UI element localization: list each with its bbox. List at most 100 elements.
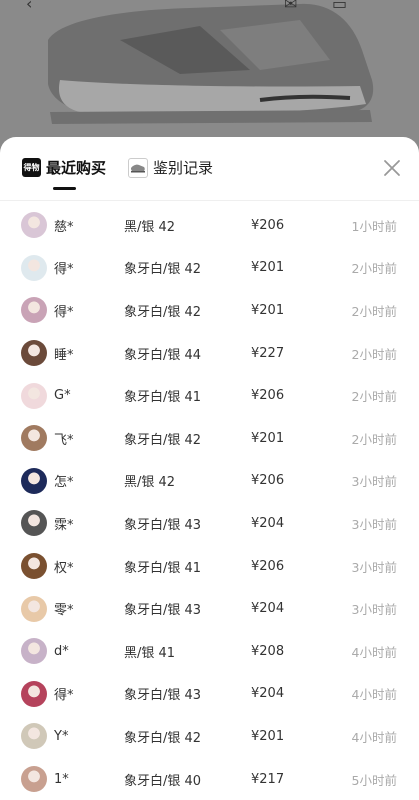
buyer-name: 霂* (54, 517, 74, 533)
avatar[interactable] (21, 680, 47, 707)
purchase-price: ¥206 (251, 388, 285, 404)
buyer-name: 飞* (54, 432, 74, 448)
product-spec: 象牙白/银 42 (124, 262, 202, 278)
purchase-price: ¥206 (251, 558, 285, 574)
table-row: 零* 象牙白/银 43 ¥204 3小时前 (0, 587, 419, 630)
table-row: 睡* 象牙白/银 44 ¥227 2小时前 (0, 332, 419, 375)
product-spec: 黑/银 41 (124, 645, 176, 661)
purchase-time: 2小时前 (351, 346, 397, 362)
purchase-time: 3小时前 (351, 474, 397, 490)
sneaker-image (48, 3, 374, 124)
buyer-name: G* (54, 388, 71, 404)
purchase-price: ¥208 (251, 643, 285, 659)
purchase-time: 2小时前 (351, 431, 397, 447)
buyer-name: 权* (54, 560, 74, 576)
buyer-name: 1* (54, 771, 69, 787)
purchase-price: ¥201 (251, 728, 285, 744)
purchase-price: ¥201 (251, 260, 285, 276)
product-spec: 象牙白/银 43 (124, 688, 202, 704)
back-arrow-icon[interactable]: ‹ (26, 0, 32, 13)
more-icon[interactable]: ▭ (332, 0, 347, 13)
purchase-list: 慈* 黑/银 42 ¥206 1小时前 得* 象牙白/银 42 ¥201 2小时前 得* 象牙白/… (0, 201, 419, 800)
product-spec: 象牙白/银 43 (124, 517, 202, 533)
product-spec: 象牙白/银 41 (124, 560, 202, 576)
purchase-price: ¥206 (251, 473, 285, 489)
table-row: G* 象牙白/银 41 ¥206 2小时前 (0, 374, 419, 417)
avatar[interactable] (21, 254, 47, 281)
purchase-time: 2小时前 (351, 303, 397, 319)
purchase-time: 3小时前 (351, 602, 397, 618)
avatar[interactable] (21, 553, 47, 580)
purchase-price: ¥206 (251, 217, 285, 233)
table-row: 慈* 黑/银 42 ¥206 1小时前 (0, 204, 419, 247)
tab-recent-label: 最近购买 (46, 159, 107, 177)
product-spec: 象牙白/银 42 (124, 432, 202, 448)
product-spec: 象牙白/银 43 (124, 603, 202, 619)
product-spec: 黑/银 42 (124, 219, 176, 235)
purchase-time: 2小时前 (351, 261, 397, 277)
buyer-name: 得* (54, 304, 74, 320)
active-tab-indicator (53, 187, 76, 190)
purchase-time: 5小时前 (351, 772, 397, 788)
product-spec: 象牙白/银 41 (124, 390, 202, 406)
buyer-name: 慈* (54, 219, 74, 235)
buyer-name: 零* (54, 603, 74, 619)
share-icon[interactable]: ✉ (284, 0, 297, 13)
sheet-header: 得物 最近购买 鉴别记录 (0, 137, 419, 201)
tab-authentication-records[interactable]: 鉴别记录 (128, 157, 213, 178)
purchase-price: ¥201 (251, 430, 285, 446)
table-row: 得* 象牙白/银 43 ¥204 4小时前 (0, 673, 419, 716)
buyer-name: 怎* (54, 475, 74, 491)
tab-auth-label: 鉴别记录 (153, 159, 214, 177)
purchase-time: 3小时前 (351, 559, 397, 575)
dewu-logo-icon: 得物 (22, 158, 41, 177)
close-icon[interactable] (381, 157, 403, 179)
product-spec: 象牙白/银 40 (124, 773, 202, 789)
table-row: 得* 象牙白/银 42 ¥201 2小时前 (0, 247, 419, 290)
avatar[interactable] (21, 595, 47, 622)
avatar[interactable] (21, 340, 47, 367)
avatar[interactable] (21, 425, 47, 452)
purchase-price: ¥227 (251, 345, 285, 361)
purchase-price: ¥217 (251, 771, 285, 787)
purchase-price: ¥204 (251, 515, 285, 531)
avatar[interactable] (21, 510, 47, 537)
avatar[interactable] (21, 212, 47, 239)
purchase-time: 4小时前 (351, 729, 397, 745)
buyer-name: d* (54, 643, 69, 659)
tab-recent-purchases[interactable]: 得物 最近购买 (22, 157, 106, 178)
product-spec: 象牙白/银 42 (124, 304, 202, 320)
table-row: 飞* 象牙白/银 42 ¥201 2小时前 (0, 417, 419, 460)
purchase-time: 2小时前 (351, 389, 397, 405)
buyer-name: 得* (54, 262, 74, 278)
table-row: 得* 象牙白/银 42 ¥201 2小时前 (0, 289, 419, 332)
table-row: d* 黑/银 41 ¥208 4小时前 (0, 630, 419, 673)
purchase-time: 4小时前 (351, 687, 397, 703)
purchase-time: 1小时前 (351, 218, 397, 234)
purchase-time: 4小时前 (351, 644, 397, 660)
sneaker-icon (128, 157, 148, 178)
table-row: 怎* 黑/银 42 ¥206 3小时前 (0, 460, 419, 503)
table-row: 权* 象牙白/银 41 ¥206 3小时前 (0, 545, 419, 588)
product-spec: 黑/银 42 (124, 475, 176, 491)
avatar[interactable] (21, 467, 47, 494)
table-row: 霂* 象牙白/银 43 ¥204 3小时前 (0, 502, 419, 545)
avatar[interactable] (21, 382, 47, 409)
buyer-name: 得* (54, 688, 74, 704)
buyer-name: 睡* (54, 347, 74, 363)
table-row: Y* 象牙白/银 42 ¥201 4小时前 (0, 715, 419, 758)
avatar[interactable] (21, 723, 47, 750)
buyer-name: Y* (54, 728, 69, 744)
avatar[interactable] (21, 638, 47, 665)
table-row: 1* 象牙白/银 40 ¥217 5小时前 (0, 758, 419, 800)
avatar[interactable] (21, 766, 47, 793)
product-spec: 象牙白/银 44 (124, 347, 202, 363)
avatar[interactable] (21, 297, 47, 324)
purchase-time: 3小时前 (351, 516, 397, 532)
product-spec: 象牙白/银 42 (124, 730, 202, 746)
product-image: ‹ ✉ ▭ (0, 0, 419, 150)
purchase-price: ¥204 (251, 601, 285, 617)
recent-purchases-sheet: 得物 最近购买 鉴别记录 慈* 黑/银 42 ¥206 1小时前得* 象牙白/银 42 ¥… (0, 137, 419, 800)
purchase-price: ¥204 (251, 686, 285, 702)
purchase-price: ¥201 (251, 302, 285, 318)
